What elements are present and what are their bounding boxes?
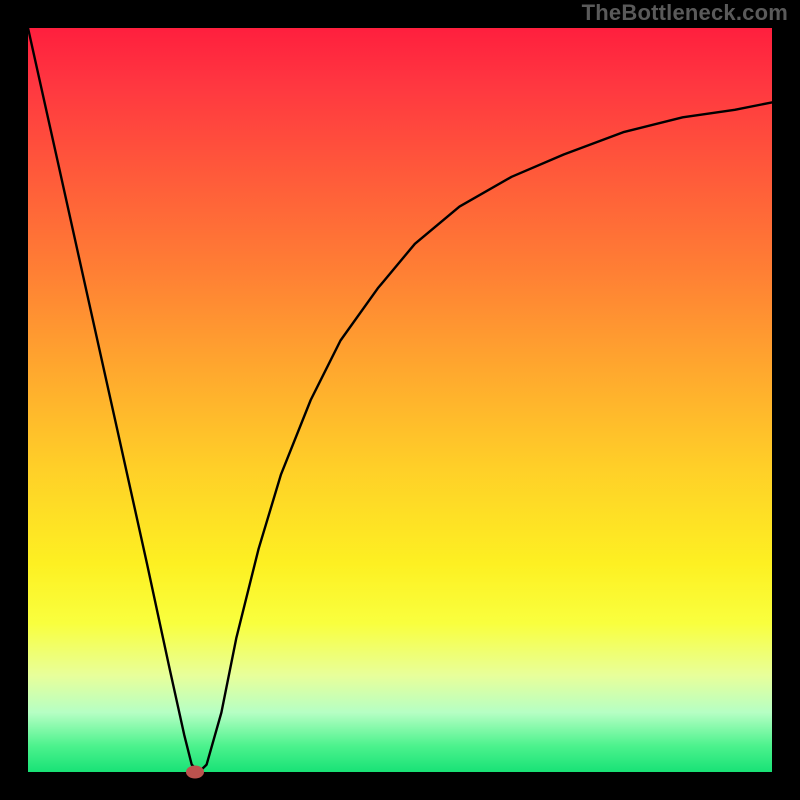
optimal-point-marker xyxy=(186,766,204,779)
watermark-text: TheBottleneck.com xyxy=(582,0,788,26)
plot-area xyxy=(28,28,772,772)
chart-frame: TheBottleneck.com xyxy=(0,0,800,800)
bottleneck-curve xyxy=(28,28,772,772)
